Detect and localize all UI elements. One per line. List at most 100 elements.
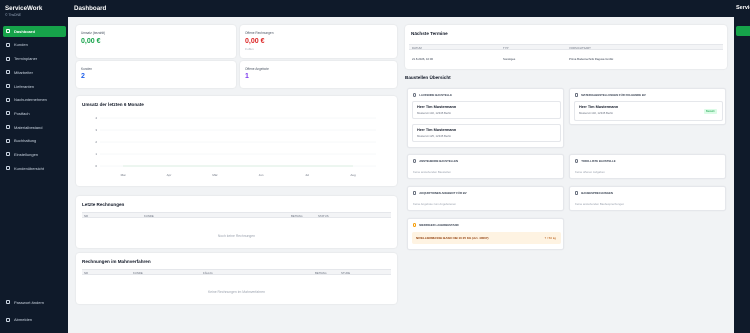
running-site-entry[interactable]: Herr Tim Mustermann Musterstr.125, 12345…: [412, 124, 561, 142]
main-content: Dashboard Umsatz (bezahlt) 0,00 € Offene…: [68, 0, 734, 333]
appointment-type: Sonstiges: [503, 57, 516, 61]
material-orders-card: MATERIALBESTELLUNGEN FÜR FOLGENDE BV Her…: [569, 88, 726, 125]
entry-address: Musterstr.132, 12345 Berlin: [417, 111, 452, 115]
sidebar-item-label: Terminplaner: [14, 56, 38, 62]
stat-card-open-invoices: Offene Rechnungen 0,00 € 0 offen: [240, 25, 397, 58]
sidebar-item-kunden-bersicht[interactable]: Kundenübersicht: [3, 163, 66, 174]
sidebar-item-materialbestand[interactable]: Materialbestand: [3, 122, 66, 133]
low-stock-item[interactable]: NIVELLIERMASSE BASIC NB 10 25 KG (Art. 4…: [412, 232, 561, 244]
sidebar-item-label: Passwort ändern: [14, 299, 45, 305]
dashboard-icon: [6, 29, 10, 34]
sidebar-item-passwort-ndern[interactable]: Passwort ändern: [3, 297, 66, 308]
mail-icon: [6, 111, 10, 116]
calendar-icon: [6, 56, 10, 61]
y-tick-label: 4: [95, 116, 97, 120]
stat-card-open-offers: Offene Angebote 1: [240, 61, 397, 88]
meetings-card: BAUBESPRECHUNGEN Keine anstehenden Baube…: [569, 186, 726, 211]
sidebar-item-lieferanten[interactable]: Lieferanten: [3, 81, 66, 92]
sidebar-item-label: Einstellungen: [14, 151, 39, 157]
recent-invoices-card: Letzte Rechnungen NR KUNDE BETRAG STATUS…: [76, 196, 397, 248]
col-level: STUFE: [341, 270, 351, 275]
col-customer: KUNDE: [144, 213, 154, 218]
todo-empty: Keine offenen Aufgaben: [575, 170, 605, 174]
sidebar-item-mitarbeiter[interactable]: Mitarbeiter: [3, 67, 66, 78]
col-amount: BETRAG: [291, 213, 303, 218]
y-tick-label: 3: [95, 128, 97, 132]
pin-icon: [413, 93, 417, 97]
appointments-card: Nächste Termine DATUM TYP VORSICHTSART 2…: [405, 25, 727, 69]
todo-label: TODO-LISTE BAUSTELLE: [581, 159, 616, 163]
check-icon: [575, 159, 579, 163]
running-sites-card: LAUFENDE BAUSTELLE Herr Tim Mustermann M…: [407, 88, 564, 148]
sidebar-item-kunden[interactable]: Kunden: [3, 40, 66, 51]
x-tick-label: Aug: [350, 173, 356, 177]
sidebar-item-buchhaltung[interactable]: Buchhaltung: [3, 136, 66, 147]
col-nr: NR: [84, 213, 89, 218]
stat-label: Kunden: [81, 67, 92, 71]
sidebar-item-label: Materialbestand: [14, 124, 43, 130]
col-type: TYP: [503, 45, 509, 50]
sidebar-item-label: Buchhaltung: [14, 138, 37, 144]
invoices-header: [82, 212, 391, 218]
sidebar-nav: Dashboard Kunden Terminplaner Mitarbeiter Li…: [3, 26, 66, 177]
sidebar-item-terminplaner[interactable]: Terminplaner: [3, 53, 66, 64]
offers-label: AKQUIRTIONEN ANGEBOT FÜR BV: [419, 191, 467, 195]
page-title: Dashboard: [74, 5, 107, 12]
sidebar-item-einstellungen[interactable]: Einstellungen: [3, 149, 66, 160]
briefcase-icon: [6, 97, 10, 102]
sidebar-item-postfach[interactable]: Postfach: [3, 108, 66, 119]
strip-active-item: [736, 26, 750, 36]
sidebar-item-label: Postfach: [14, 110, 30, 116]
appointments-header: [409, 44, 723, 50]
running-site-entry[interactable]: Herr Tim Mustermann Musterstr.132, 12345…: [412, 101, 561, 119]
sidebar-item-dashboard[interactable]: Dashboard: [3, 26, 66, 37]
truck-icon: [6, 84, 10, 88]
dunning-card: Rechnungen im Mahnverfahren NR KUNDE FÄL…: [76, 253, 397, 304]
stat-sub: 0 offen: [245, 47, 254, 51]
meetings-header: BAUBESPRECHUNGEN: [575, 191, 613, 195]
warning-icon: [413, 223, 417, 227]
meetings-empty: Keine anstehenden Baubesprechungen: [575, 202, 625, 206]
appointment-date: 21.8.2026, 10:00: [412, 57, 433, 61]
col-customer: KUNDE: [133, 270, 143, 275]
running-sites-header: LAUFENDE BAUSTELLE: [413, 93, 452, 97]
pending-sites-header: ANSTEHENDE BAUSTELLEN: [413, 159, 458, 163]
entry-name: Herr Tim Mustermann: [417, 105, 457, 109]
logout-icon: [6, 317, 10, 322]
key-icon: [6, 300, 10, 305]
offers-empty: Keine Angebote zum Angebotenen: [413, 202, 457, 206]
entry-address: Musterstr.132, 12345 Berlin: [579, 111, 614, 115]
sidebar-item-label: Kunden: [14, 42, 28, 48]
dunning-empty: Keine Rechnungen im Mahnverfahren: [207, 290, 266, 294]
stat-value: 1: [245, 73, 249, 80]
users-icon: [6, 42, 10, 47]
col-due: FÄLLIG: [203, 270, 213, 275]
revenue-chart: 4 3 2 1 0 Mai Apr Mär Jun Jul Aug: [95, 116, 376, 177]
gear-icon: [6, 152, 10, 157]
col-status: STATUS: [318, 213, 329, 218]
material-order-entry[interactable]: Herr Tim Mustermann Musterstr.132, 12345…: [574, 101, 723, 121]
brand: ServiceWork © ThsDNE: [5, 5, 42, 17]
material-orders-label: MATERIALBESTELLUNGEN FÜR FOLGENDE BV: [581, 93, 646, 97]
page-header: Dashboard: [68, 0, 734, 17]
stat-card-customers: Kunden 2: [76, 61, 236, 88]
entry-name: Herr Tim Mustermann: [579, 105, 619, 109]
team-icon: [6, 70, 10, 75]
app-title: ServiceWork: [5, 5, 43, 12]
todo-header: TODO-LISTE BAUSTELLE: [575, 159, 616, 163]
app-version: © ThsDNE: [5, 13, 22, 17]
y-tick-label: 1: [95, 152, 97, 156]
ledger-icon: [6, 138, 10, 143]
sidebar-item-abmelden[interactable]: Abmelden: [3, 315, 66, 326]
clock-icon: [413, 159, 417, 163]
pending-sites-label: ANSTEHENDE BAUSTELLEN: [419, 159, 459, 163]
sidebar: ServiceWork © ThsDNE Dashboard Kunden Term…: [0, 0, 68, 333]
sidebar-item-label: Dashboard: [14, 28, 35, 34]
stat-label: Offene Rechnungen: [245, 31, 274, 35]
sidebar-item-nachunternehmen[interactable]: Nachunternehmen: [3, 94, 66, 105]
pending-sites-empty: Keine anstehenden Baustellen: [413, 170, 451, 174]
strip-brand: ServiceWork: [736, 5, 750, 11]
col-description: VORSICHTSART: [569, 45, 591, 50]
list-icon: [6, 166, 10, 171]
pending-sites-card: ANSTEHENDE BAUSTELLEN Keine anstehenden …: [407, 154, 564, 179]
